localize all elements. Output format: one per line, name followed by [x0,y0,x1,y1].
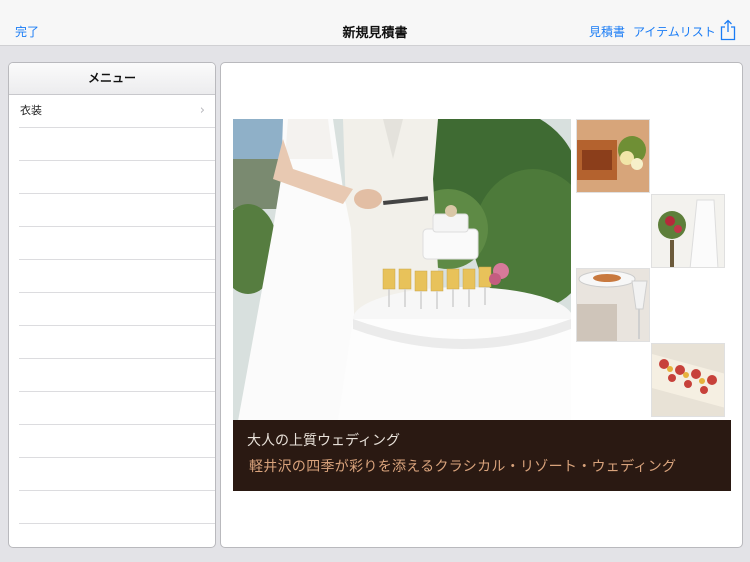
venue-thumbnail [576,119,650,193]
list-item [19,227,215,260]
menu-header: メニュー [9,63,215,95]
list-item [19,524,215,547]
list-item [19,194,215,227]
caption-title: 大人の上質ウェディング [247,433,401,449]
dress-thumbnail [651,194,725,268]
list-item [19,425,215,458]
list-item [19,260,215,293]
wedding-photo [233,119,571,421]
list-item [19,491,215,524]
list-item [19,293,215,326]
status-bar [0,0,750,14]
menu-panel: メニュー 衣装 › [8,62,216,548]
appetizer-thumbnail [651,343,725,417]
menu-item-costume[interactable]: 衣装 › [19,95,215,128]
dinner-thumbnail [576,268,650,342]
menu-item-label: 衣装 [20,104,42,117]
list-item [19,161,215,194]
estimate-button[interactable]: 見積書 [589,23,625,40]
list-item [19,128,215,161]
list-item [19,326,215,359]
chevron-right-icon: › [199,103,205,118]
list-item [19,392,215,425]
list-item [19,359,215,392]
content-panel: 大人の上質ウェディング 軽井沢の四季が彩りを添えるクラシカル・リゾート・ウェディ… [220,62,743,548]
caption-banner: 大人の上質ウェディング 軽井沢の四季が彩りを添えるクラシカル・リゾート・ウェディ… [233,420,731,491]
share-icon[interactable] [719,19,737,41]
item-list-button[interactable]: アイテムリスト [633,23,716,40]
list-item [19,458,215,491]
caption-subtitle: 軽井沢の四季が彩りを添えるクラシカル・リゾート・ウェディング [249,459,677,475]
navigation-bar: 完了 新規見積書 見積書 アイテムリスト [0,14,750,46]
